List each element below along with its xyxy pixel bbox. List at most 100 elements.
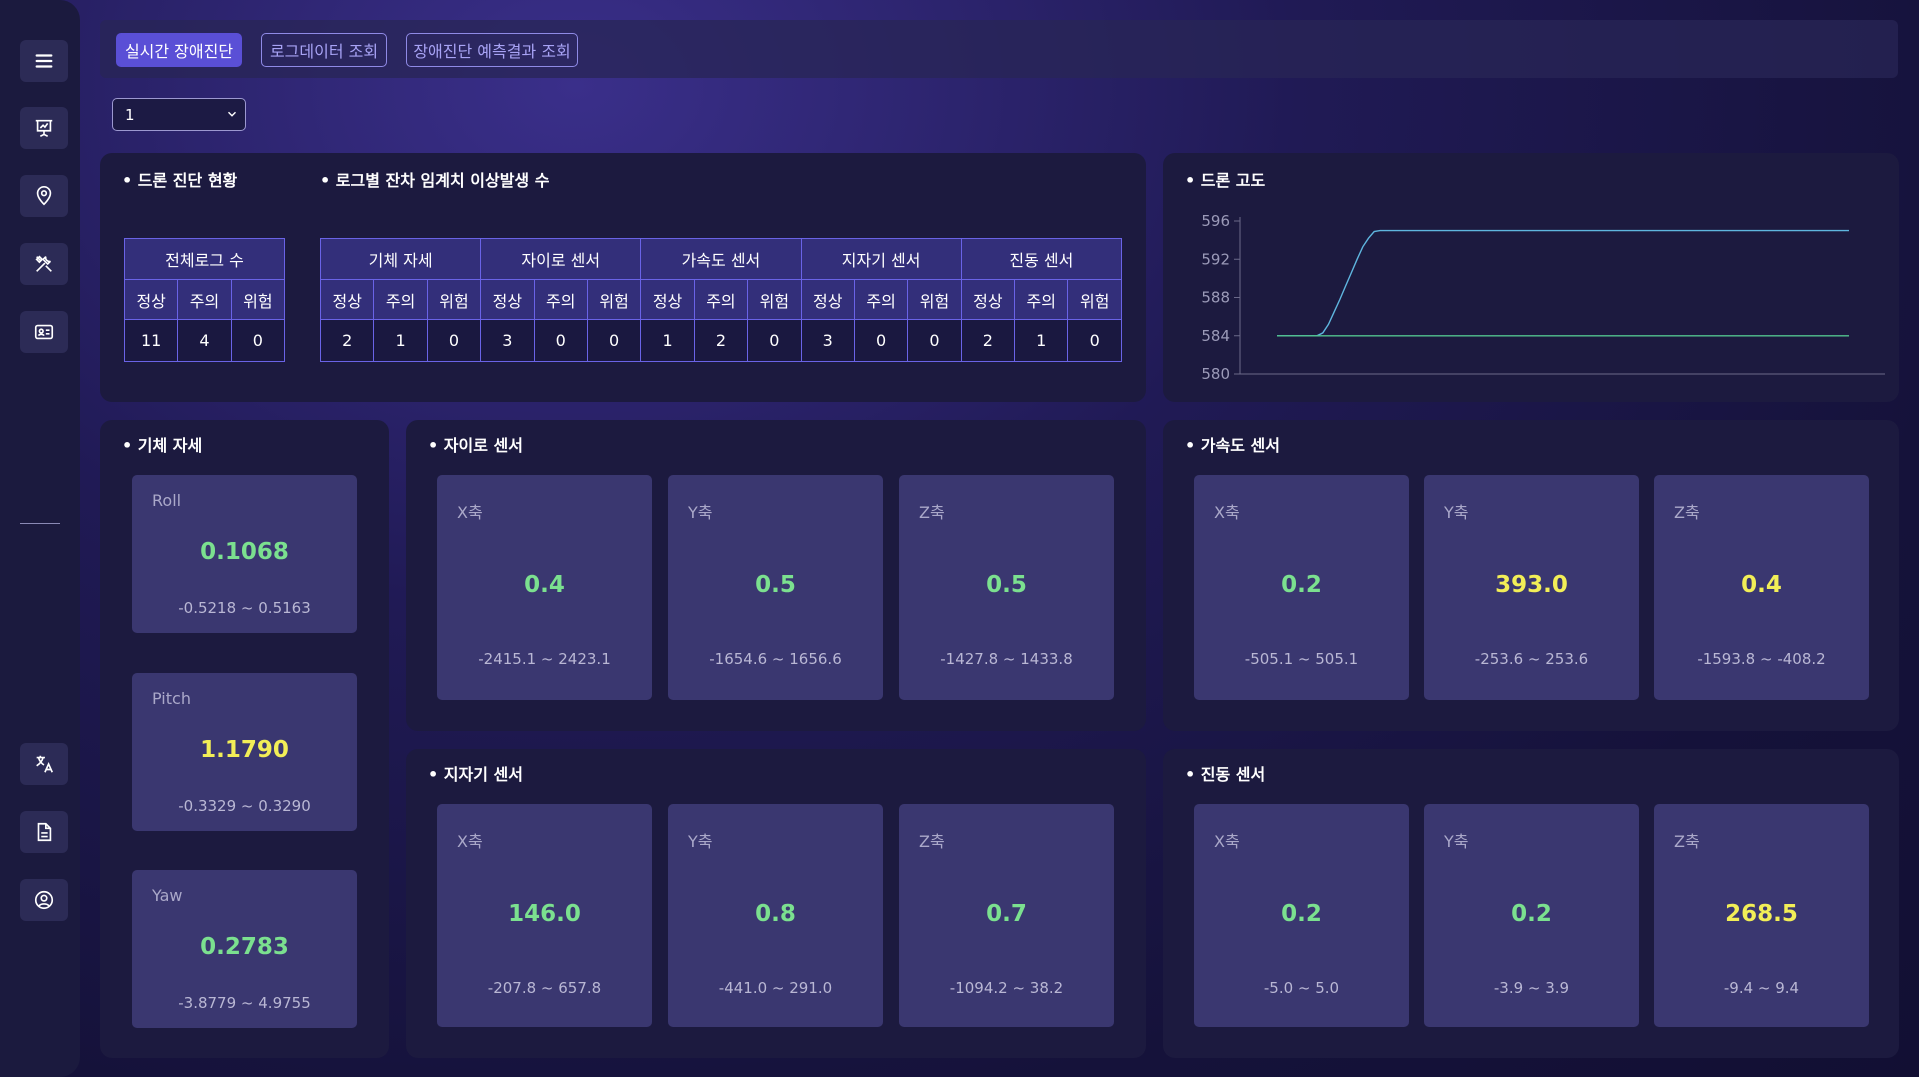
threshold-count: 0 xyxy=(747,319,802,362)
card-value: 0.8 xyxy=(755,901,796,927)
threshold-level-header: 주의 xyxy=(533,279,588,320)
card-value: 0.7 xyxy=(986,901,1027,927)
threshold-level-header: 주의 xyxy=(1014,279,1069,320)
tab-log-data[interactable]: 로그데이터 조회 xyxy=(261,33,387,67)
threshold-table: 기체 자세 자이로 센서 가속도 센서 지자기 센서 진동 센서 정상 주의 위험 정상 주의 위… xyxy=(319,238,1123,362)
level-header: 주의 xyxy=(177,279,232,320)
card-label: Y축 xyxy=(1444,832,1469,851)
card-label: Y축 xyxy=(688,503,713,522)
threshold-level-header: 정상 xyxy=(800,279,855,320)
menu-button[interactable] xyxy=(20,40,68,82)
user-circle-icon xyxy=(34,890,54,910)
card-label: Roll xyxy=(152,491,182,510)
location-button[interactable] xyxy=(20,175,68,217)
y-tick-label: 580 xyxy=(1201,365,1230,383)
threshold-group-header: 기체 자세 xyxy=(319,238,482,280)
menu-icon xyxy=(35,54,53,68)
card-value: 0.2 xyxy=(1281,572,1322,598)
vibration-card: Z축 268.5 -9.4 ~ 9.4 xyxy=(1654,804,1869,1027)
threshold-level-header: 주의 xyxy=(853,279,909,320)
threshold-group-header: 지자기 센서 xyxy=(800,238,962,280)
accel-card: Y축 393.0 -253.6 ~ 253.6 xyxy=(1424,475,1639,700)
threshold-level-header: 정상 xyxy=(640,279,695,320)
card-value: 0.5 xyxy=(755,572,796,598)
presentation-chart-icon xyxy=(35,119,53,137)
card-value: 0.2 xyxy=(1281,901,1322,927)
card-value: 268.5 xyxy=(1725,901,1798,927)
threshold-level-header: 주의 xyxy=(373,279,428,320)
threshold-count: 0 xyxy=(853,319,909,362)
tools-button[interactable] xyxy=(20,243,68,285)
location-pin-icon xyxy=(36,186,52,206)
threshold-level-header: 정상 xyxy=(960,279,1016,320)
threshold-count: 1 xyxy=(373,319,428,362)
monitoring-button[interactable] xyxy=(20,107,68,149)
accel-card: Z축 0.4 -1593.8 ~ -408.2 xyxy=(1654,475,1869,700)
card-range: -9.4 ~ 9.4 xyxy=(1723,979,1800,997)
card-range: -1593.8 ~ -408.2 xyxy=(1697,650,1826,668)
gyro-card: Y축 0.5 -1654.6 ~ 1656.6 xyxy=(668,475,883,700)
card-label: Pitch xyxy=(152,689,191,708)
attitude-title: • 기체 자세 xyxy=(122,436,203,455)
card-range: -0.5218 ~ 0.5163 xyxy=(178,599,311,617)
total-log-header: 전체로그 수 xyxy=(124,238,285,280)
threshold-group-header: 자이로 센서 xyxy=(480,238,642,280)
altitude-panel: • 드론 고도 580 584 588 592 596 xyxy=(1163,153,1899,402)
diagnosis-panel: • 드론 진단 현황 • 로그별 잔차 임계치 이상발생 수 전체로그 수 정상… xyxy=(100,153,1146,402)
card-value: 0.4 xyxy=(1741,572,1782,598)
threshold-count: 1 xyxy=(640,319,695,362)
gyro-card: X축 0.4 -2415.1 ~ 2423.1 xyxy=(437,475,652,700)
mag-title: • 지자기 센서 xyxy=(428,765,523,784)
attitude-card: Pitch 1.1790 -0.3329 ~ 0.3290 xyxy=(132,673,357,831)
document-button[interactable] xyxy=(20,811,68,853)
threshold-count: 1 xyxy=(1014,319,1069,362)
level-header: 위험 xyxy=(230,279,286,320)
card-value: 0.2 xyxy=(1511,901,1552,927)
id-card-button[interactable] xyxy=(20,311,68,353)
card-label: X축 xyxy=(457,503,483,522)
card-range: -2415.1 ~ 2423.1 xyxy=(478,650,611,668)
card-label: Yaw xyxy=(152,886,183,905)
threshold-level-header: 정상 xyxy=(319,279,375,320)
card-range: -3.8779 ~ 4.9755 xyxy=(178,994,311,1012)
total-normal-count: 11 xyxy=(123,319,179,362)
threshold-count: 0 xyxy=(586,319,642,362)
threshold-group-header: 가속도 센서 xyxy=(640,238,802,280)
threshold-level-header: 주의 xyxy=(693,279,749,320)
card-label: Z축 xyxy=(919,503,945,522)
card-value: 0.2783 xyxy=(200,934,289,960)
language-button[interactable] xyxy=(20,743,68,785)
vibration-title: • 진동 센서 xyxy=(1185,765,1266,784)
threshold-title: • 로그별 잔차 임계치 이상발생 수 xyxy=(320,171,550,190)
card-label: Z축 xyxy=(919,832,945,851)
tools-icon xyxy=(35,255,52,272)
drone-select[interactable]: 1 xyxy=(112,98,246,131)
accel-card: X축 0.2 -505.1 ~ 505.1 xyxy=(1194,475,1409,700)
threshold-count: 3 xyxy=(480,319,535,362)
top-tab-bar: 실시간 장애진단 로그데이터 조회 장애진단 예측결과 조회 xyxy=(100,20,1898,78)
card-label: Y축 xyxy=(1444,503,1469,522)
threshold-count: 0 xyxy=(533,319,588,362)
drone-select-value: 1 xyxy=(125,105,135,124)
threshold-level-header: 위험 xyxy=(586,279,642,320)
card-range: -253.6 ~ 253.6 xyxy=(1474,650,1589,668)
threshold-count: 0 xyxy=(1067,319,1122,362)
card-range: -3.9 ~ 3.9 xyxy=(1493,979,1570,997)
card-label: Y축 xyxy=(688,832,713,851)
sidebar-divider xyxy=(20,523,60,524)
altitude-series-line xyxy=(1277,229,1849,337)
card-label: Z축 xyxy=(1674,832,1700,851)
tab-realtime-diagnosis[interactable]: 실시간 장애진단 xyxy=(116,33,242,67)
card-value: 1.1790 xyxy=(200,737,289,763)
mag-card: X축 146.0 -207.8 ~ 657.8 xyxy=(437,804,652,1027)
vibration-card: Y축 0.2 -3.9 ~ 3.9 xyxy=(1424,804,1639,1027)
card-range: -441.0 ~ 291.0 xyxy=(718,979,833,997)
mag-card: Z축 0.7 -1094.2 ~ 38.2 xyxy=(899,804,1114,1027)
card-range: -505.1 ~ 505.1 xyxy=(1244,650,1359,668)
total-danger-count: 0 xyxy=(230,319,286,362)
account-button[interactable] xyxy=(20,879,68,921)
altitude-chart: 580 584 588 592 596 xyxy=(1201,212,1885,383)
diagnosis-title: • 드론 진단 현황 xyxy=(122,171,238,190)
card-range: -5.0 ~ 5.0 xyxy=(1263,979,1340,997)
tab-prediction-results[interactable]: 장애진단 예측결과 조회 xyxy=(406,33,578,67)
